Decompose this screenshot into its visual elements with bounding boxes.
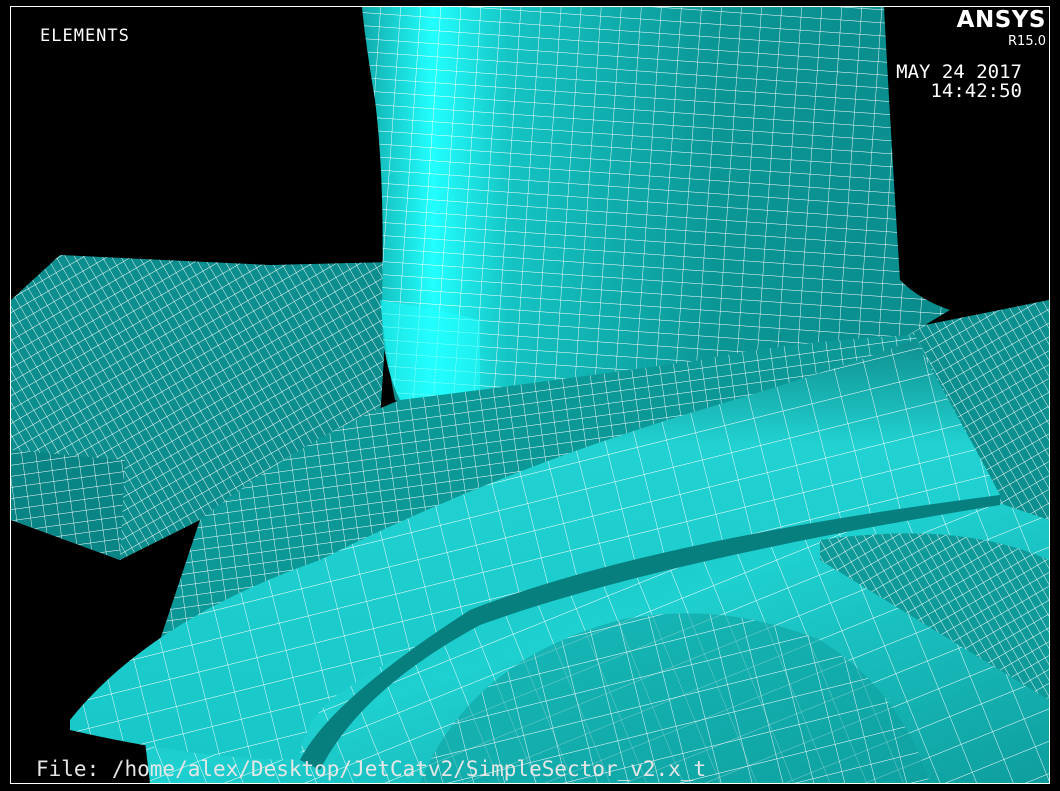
plot-title: ELEMENTS: [40, 26, 130, 46]
version-label: R15.0: [1008, 34, 1046, 49]
element-mesh-plot[interactable]: [0, 0, 1060, 791]
ansys-logo: ANSYS: [956, 7, 1046, 33]
plot-time: 14:42:50: [930, 80, 1022, 102]
file-path-label: File: /home/alex/Desktop/JetCatv2/Simple…: [36, 757, 707, 781]
graphics-viewport[interactable]: ELEMENTS ANSYS R15.0 MAY 24 2017 14:42:5…: [0, 0, 1060, 791]
